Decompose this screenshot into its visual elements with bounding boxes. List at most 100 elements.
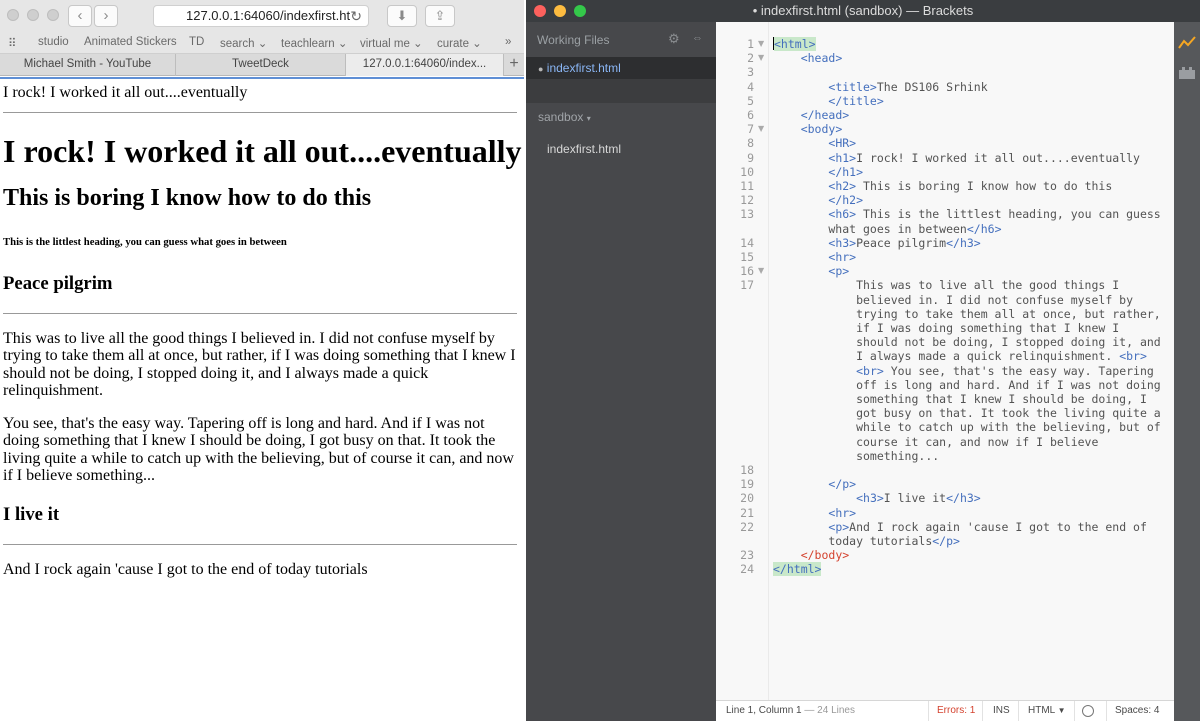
code-text: course it can, and now if I believe [773, 434, 1099, 449]
project-file-item[interactable]: indexfirst.html [547, 142, 621, 156]
fold-arrow-icon[interactable]: ▼ [758, 51, 764, 65]
linting-status-icon[interactable] [1082, 705, 1094, 717]
fold-arrow-icon[interactable]: ▼ [758, 37, 764, 51]
live-preview-icon[interactable] [1178, 36, 1196, 50]
code-text: <br> You see, that's the easy way. Taper… [856, 363, 1154, 378]
title-text: I rock! I worked it all out....eventuall… [3, 84, 248, 101]
code-text: <h1>I rock! I worked it all out....event… [828, 150, 1140, 165]
code-text: <hr> [828, 505, 857, 520]
code-text: <h6> This is the littlest heading, you c… [828, 207, 1161, 222]
url-text: 127.0.0.1:64060/indexfirst.ht [186, 8, 351, 23]
forward-button[interactable]: › [94, 5, 118, 27]
window-title: • indexfirst.html (sandbox) — Brackets [752, 3, 974, 18]
line-number: 9 [747, 150, 754, 165]
back-button[interactable]: ‹ [68, 5, 92, 27]
working-files-header: Working Files [537, 33, 610, 47]
language-select[interactable]: HTML ▼ [1028, 701, 1066, 721]
tab-indexfirst[interactable]: 127.0.0.1:64060/index... [346, 54, 504, 76]
chevron-down-icon: ▼ [1057, 706, 1066, 715]
paragraph-3: And I rock again 'cause I got to the end… [3, 561, 368, 579]
safari-window: ‹ › 127.0.0.1:64060/indexfirst.ht ↻ ⬇ ⇪ … [0, 0, 524, 721]
split-view-icon[interactable]: ⇔ [692, 32, 703, 44]
code-text: <p>And I rock again 'cause I got to the … [828, 519, 1147, 534]
chevron-left-icon: ‹ [77, 7, 83, 24]
minimize-window-button[interactable] [27, 9, 39, 21]
bookmark-studio[interactable]: studio [38, 36, 69, 48]
heading-3: Peace pilgrim [3, 273, 113, 294]
bookmark-animated-stickers[interactable]: Animated Stickers [84, 36, 177, 48]
tab-tweetdeck[interactable]: TweetDeck [176, 54, 346, 76]
chevron-right-icon: › [103, 7, 109, 24]
zoom-window-button[interactable] [574, 5, 586, 17]
safari-toolbar: ‹ › 127.0.0.1:64060/indexfirst.ht ↻ ⬇ ⇪ [0, 0, 524, 32]
grid-icon[interactable]: ⠿ [8, 36, 16, 50]
zoom-window-button[interactable] [47, 9, 59, 21]
fold-arrow-icon[interactable]: ▼ [758, 122, 764, 136]
code-text: </body> [800, 548, 850, 563]
code-text: </title> [828, 93, 884, 108]
line-number: 11 [740, 179, 754, 193]
downloads-button[interactable]: ⬇ [387, 5, 417, 27]
unsaved-dot-icon: ● [538, 64, 544, 74]
insert-mode-toggle[interactable]: INS [993, 701, 1010, 721]
code-text: something... [773, 448, 940, 463]
code-editor[interactable]: 1 ▼ <html> 2 ▼ <head> 3 4 <title>The DS106 Srh… [716, 22, 1174, 700]
address-bar[interactable]: 127.0.0.1:64060/indexfirst.ht ↻ [153, 5, 369, 27]
line-number: 7 [747, 122, 754, 137]
horizontal-rule [3, 313, 517, 314]
horizontal-rule [3, 112, 517, 113]
bookmark-teachlearn[interactable]: teachlearn ⌄ [281, 36, 348, 50]
web-page: I rock! I worked it all out....eventuall… [0, 77, 524, 721]
more-bookmarks-icon[interactable]: » [505, 36, 511, 48]
code-text: </head> [800, 108, 850, 122]
line-number: 2 [747, 51, 754, 66]
share-button[interactable]: ⇪ [425, 5, 455, 27]
bookmark-curate[interactable]: curate ⌄ [437, 36, 482, 50]
fold-arrow-icon[interactable]: ▼ [758, 264, 764, 278]
share-icon: ⇪ [434, 8, 446, 23]
code-text: </html> [773, 562, 822, 577]
code-text: </h1> [828, 164, 864, 179]
code-text: <h2> This is boring I know how to do thi… [828, 179, 1113, 193]
minimize-window-button[interactable] [554, 5, 566, 17]
line-number: 21 [740, 505, 754, 520]
code-text: <html> [773, 37, 816, 51]
line-number: 22 [740, 519, 754, 534]
project-dropdown[interactable]: sandbox ▾ [538, 110, 591, 124]
new-tab-button[interactable]: + [504, 54, 524, 76]
line-number: 16 [740, 264, 754, 279]
heading-3: I live it [3, 504, 60, 526]
close-window-button[interactable] [7, 9, 19, 21]
line-number: 5 [747, 93, 754, 108]
bookmark-virtual-me[interactable]: virtual me ⌄ [360, 36, 423, 50]
tab-youtube[interactable]: Michael Smith - YouTube [0, 54, 176, 76]
line-number: 10 [740, 164, 754, 179]
working-file-item[interactable]: ● indexfirst.html [526, 57, 716, 79]
code-text: </h2> [828, 193, 864, 208]
paragraph-2: You see, that's the easy way. Tapering o… [3, 415, 514, 485]
close-window-button[interactable] [534, 5, 546, 17]
cursor-position: Line 1, Column 1 — 24 Lines [726, 705, 855, 716]
extension-manager-icon[interactable] [1178, 66, 1196, 80]
chevron-down-icon: ▾ [586, 114, 591, 123]
reload-icon[interactable]: ↻ [350, 6, 362, 26]
line-number: 14 [740, 235, 754, 250]
sidebar: Working Files ⚙ ⇔ ● indexfirst.html sand… [526, 22, 716, 721]
code-text: while to catch up with the believing, bu… [773, 420, 1161, 435]
gear-icon[interactable]: ⚙ [668, 31, 680, 47]
bookmarks-bar: ⠿ studio Animated Stickers TD search ⌄ t… [0, 32, 524, 54]
line-number: 18 [740, 463, 754, 477]
indent-spaces-setting[interactable]: Spaces: 4 [1115, 701, 1159, 721]
errors-indicator[interactable]: Errors: 1 [937, 701, 975, 721]
line-number: 12 [740, 193, 754, 208]
line-number: 19 [740, 477, 754, 492]
code-text: what goes in between</h6> [773, 221, 1002, 236]
code-text: trying to take them all at once, but rat… [773, 306, 1161, 321]
bookmark-search[interactable]: search ⌄ [220, 36, 267, 50]
bookmark-td[interactable]: TD [189, 36, 204, 48]
brackets-title-bar: • indexfirst.html (sandbox) — Brackets [526, 0, 1200, 22]
working-file-name: indexfirst.html [546, 61, 621, 75]
code-text: I always made a quick relinquishment. <b… [773, 349, 1147, 364]
gutter-divider [768, 22, 769, 700]
status-bar: Line 1, Column 1 — 24 Lines Errors: 1 IN… [716, 700, 1174, 721]
